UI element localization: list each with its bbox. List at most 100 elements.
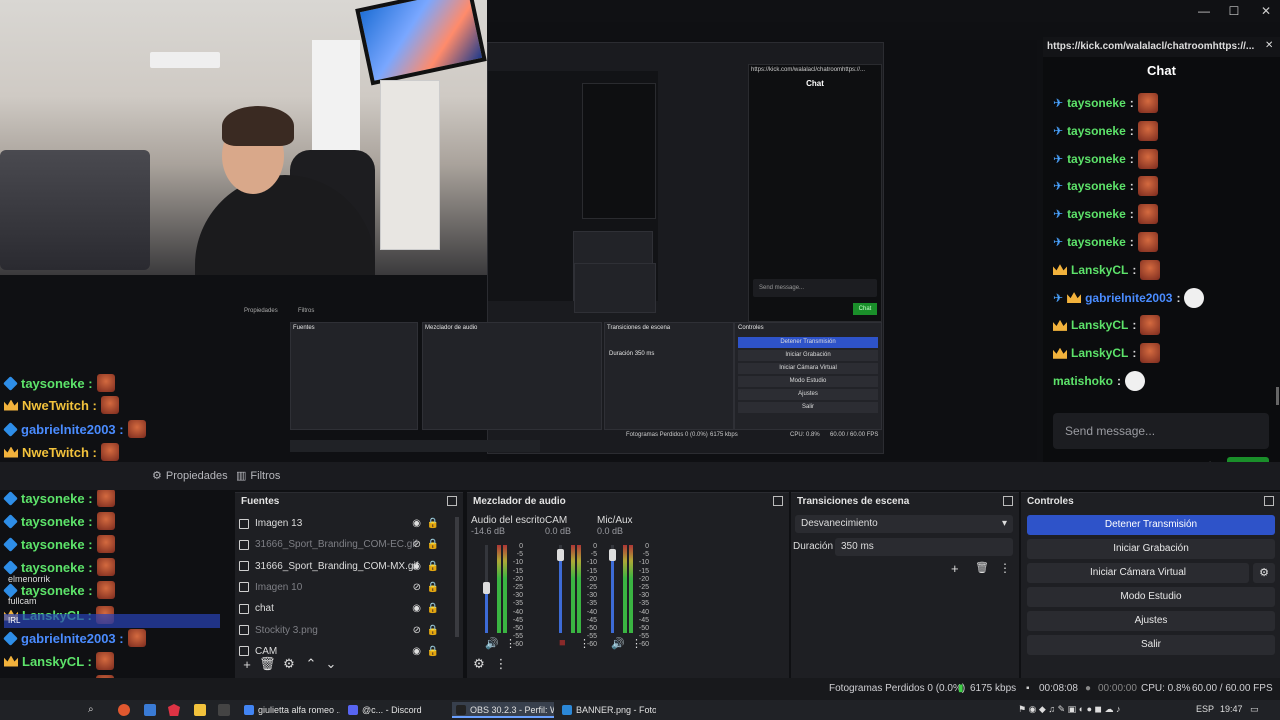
mixer-settings-icon[interactable]: ⚙ bbox=[471, 656, 487, 672]
lock-icon[interactable]: 🔒 bbox=[427, 603, 439, 614]
source-item[interactable]: Stockity 3.png ⊘ 🔒 bbox=[239, 620, 447, 641]
minimize-button[interactable]: — bbox=[1190, 2, 1218, 20]
browser-icon[interactable] bbox=[118, 704, 130, 716]
mixer-undock-icon[interactable] bbox=[773, 496, 783, 506]
mail-icon[interactable] bbox=[144, 704, 156, 716]
nested-mixer-dock: Mezclador de audio bbox=[422, 322, 602, 430]
remove-source-icon[interactable]: 🗑 bbox=[259, 656, 276, 672]
send-message-input[interactable]: Send message... bbox=[1053, 413, 1269, 449]
notification-icon[interactable]: ▭ bbox=[1250, 704, 1259, 715]
nested-ctrl-6: Salir bbox=[738, 402, 878, 413]
taskbar-item[interactable]: OBS 30.2.3 - Perfil: W... bbox=[452, 702, 554, 718]
chat-username[interactable]: taysoneke bbox=[1067, 96, 1126, 110]
duration-input[interactable]: 350 ms bbox=[835, 538, 1013, 556]
folder-icon[interactable] bbox=[194, 704, 206, 716]
nested-status-dropped: Fotogramas Perdidos 0 (0.0%) bbox=[626, 432, 708, 438]
virtual-cam-settings-icon[interactable]: ⚙ bbox=[1253, 563, 1275, 583]
lock-icon[interactable]: 🔒 bbox=[427, 539, 439, 550]
brave-icon[interactable] bbox=[168, 704, 180, 716]
emote-icon bbox=[100, 443, 119, 461]
chat-username[interactable]: taysoneke bbox=[1067, 235, 1126, 249]
eye-hidden-icon[interactable]: ⊘ bbox=[413, 582, 421, 593]
studio-mode-button[interactable]: Modo Estudio bbox=[1027, 587, 1275, 607]
chat-username[interactable]: taysoneke bbox=[1067, 179, 1126, 193]
add-transition-icon[interactable]: + bbox=[951, 561, 959, 576]
language[interactable]: ESP bbox=[1196, 704, 1214, 714]
nested-chat-dock: https://kick.com/walalacl/chatroomhttps:… bbox=[748, 64, 882, 322]
volume-handle[interactable] bbox=[557, 549, 564, 561]
exit-button[interactable]: Salir bbox=[1027, 635, 1275, 655]
source-item[interactable]: chat ◉ 🔒 bbox=[239, 598, 447, 619]
eye-icon[interactable]: ◉ bbox=[412, 603, 421, 614]
transition-menu-icon[interactable]: ⋮ bbox=[999, 561, 1011, 575]
volume-handle[interactable] bbox=[609, 549, 616, 561]
eye-icon[interactable]: ◉ bbox=[412, 518, 421, 529]
taskbar-item[interactable]: @c... - Discord bbox=[344, 702, 448, 718]
controls-undock-icon[interactable] bbox=[1264, 496, 1274, 506]
source-item[interactable]: Imagen 10 ⊘ 🔒 bbox=[239, 577, 447, 598]
chat-scrollbar[interactable] bbox=[1276, 387, 1279, 405]
tab-properties[interactable]: ⚙ Propiedades bbox=[146, 466, 234, 486]
chat-username[interactable]: taysoneke bbox=[1067, 207, 1126, 221]
lock-icon[interactable]: 🔒 bbox=[427, 646, 439, 657]
crown-badge-icon bbox=[4, 655, 18, 667]
chat-dock-close[interactable]: ✕ bbox=[1265, 40, 1273, 51]
sources-scrollbar[interactable] bbox=[455, 517, 459, 637]
eye-icon[interactable]: ◉ bbox=[412, 561, 421, 572]
app-icon[interactable] bbox=[218, 704, 230, 716]
source-item[interactable]: 31666_Sport_Branding_COM-MX.gif ◉ 🔒 bbox=[239, 556, 447, 577]
transition-select[interactable]: Desvanecimiento ▾ bbox=[795, 515, 1013, 533]
lock-icon[interactable]: 🔒 bbox=[427, 561, 439, 572]
source-item[interactable]: Imagen 13 ◉ 🔒 bbox=[239, 513, 447, 534]
channel-menu-icon[interactable]: ⋮ bbox=[631, 637, 642, 650]
db-tick: -25 bbox=[586, 584, 597, 592]
lock-icon[interactable]: 🔒 bbox=[427, 582, 439, 593]
mixer-menu-icon[interactable]: ⋮ bbox=[493, 656, 509, 672]
eye-icon[interactable]: ◉ bbox=[412, 646, 421, 657]
emote-icon bbox=[127, 629, 146, 647]
chat-username[interactable]: taysoneke bbox=[1067, 124, 1126, 138]
start-recording-button[interactable]: Iniciar Grabación bbox=[1027, 539, 1275, 559]
lock-icon[interactable]: 🔒 bbox=[427, 518, 439, 529]
chat-username[interactable]: gabrielnite2003 bbox=[1085, 291, 1172, 305]
volume-fader[interactable] bbox=[485, 588, 488, 633]
nested-ctrl-5: Ajustes bbox=[738, 389, 878, 400]
chat-username[interactable]: matishoko bbox=[1053, 374, 1113, 388]
remove-transition-icon[interactable]: 🗑 bbox=[975, 561, 989, 574]
settings-button[interactable]: Ajustes bbox=[1027, 611, 1275, 631]
chat-username[interactable]: LanskyCL bbox=[1071, 346, 1128, 360]
source-settings-icon[interactable]: ⚙ bbox=[281, 656, 297, 672]
sources-undock-icon[interactable] bbox=[447, 496, 457, 506]
eye-hidden-icon[interactable]: ⊘ bbox=[413, 625, 421, 636]
speaker-icon[interactable]: 🔊 bbox=[485, 637, 499, 650]
chat-username[interactable]: LanskyCL bbox=[1071, 318, 1128, 332]
move-up-icon[interactable]: ⌃ bbox=[303, 656, 319, 672]
start-virtual-cam-button[interactable]: Iniciar Cámara Virtual bbox=[1027, 563, 1249, 583]
db-tick: -50 bbox=[512, 625, 523, 633]
taskbar-item[interactable]: giulietta alfa romeo ... bbox=[240, 702, 340, 718]
speaker-icon[interactable]: 🔊 bbox=[611, 637, 625, 650]
tray-icons[interactable]: ⚑ ◉ ◆ ♫ ✎ ▣ ◐ ● ◼ ☁ ♪ bbox=[1018, 704, 1121, 715]
channel-menu-icon[interactable]: ⋮ bbox=[505, 637, 516, 650]
add-source-icon[interactable]: + bbox=[239, 657, 255, 672]
eye-hidden-icon[interactable]: ⊘ bbox=[413, 539, 421, 550]
source-item[interactable]: 31666_Sport_Branding_COM-EC.gif ⊘ 🔒 bbox=[239, 534, 447, 555]
transitions-undock-icon[interactable] bbox=[1003, 496, 1013, 506]
channel-menu-icon[interactable]: ⋮ bbox=[579, 637, 590, 650]
muted-icon[interactable]: ■ bbox=[559, 637, 566, 649]
tab-filters[interactable]: ▥ Filtros bbox=[230, 466, 286, 486]
db-tick: -15 bbox=[512, 567, 523, 575]
lock-icon[interactable]: 🔒 bbox=[427, 625, 439, 636]
stop-stream-button[interactable]: Detener Transmisión bbox=[1027, 515, 1275, 535]
clock[interactable]: 19:47 bbox=[1220, 704, 1243, 714]
search-icon[interactable]: ⌕ bbox=[88, 704, 98, 716]
maximize-button[interactable]: ☐ bbox=[1220, 2, 1248, 20]
chat-username[interactable]: LanskyCL bbox=[1071, 263, 1128, 277]
close-button[interactable]: ✕ bbox=[1252, 2, 1280, 20]
chat-username[interactable]: taysoneke bbox=[1067, 152, 1126, 166]
volume-handle[interactable] bbox=[483, 582, 490, 594]
taskbar-item[interactable]: BANNER.png - Fotos bbox=[558, 702, 656, 718]
volume-fader[interactable] bbox=[611, 555, 614, 633]
volume-fader[interactable] bbox=[559, 555, 562, 633]
move-down-icon[interactable]: ⌄ bbox=[323, 656, 339, 672]
